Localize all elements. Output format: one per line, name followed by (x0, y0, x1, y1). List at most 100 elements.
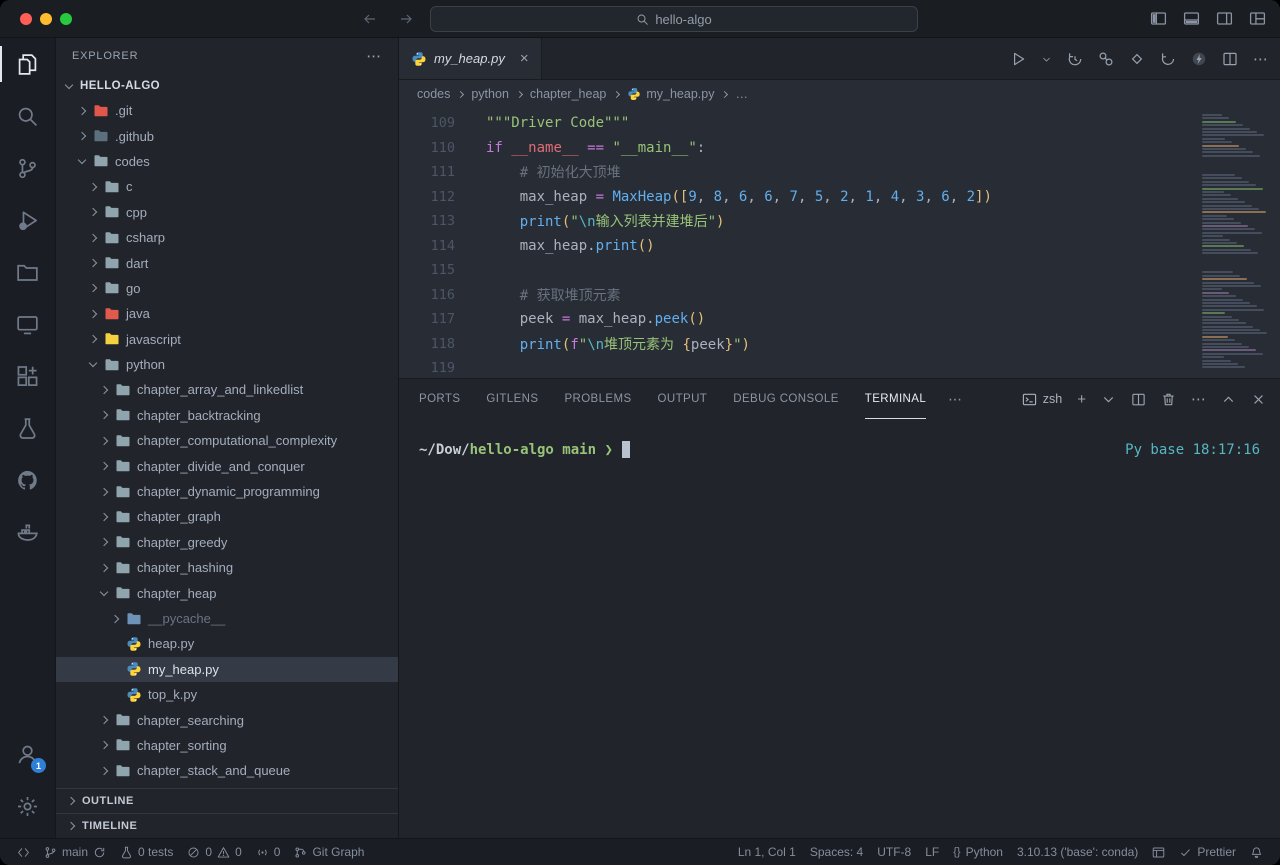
status-feedback[interactable]: 0 (249, 839, 288, 865)
tree-item-chapter_searching[interactable]: chapter_searching (56, 707, 398, 732)
status-git-branch[interactable]: main (37, 839, 113, 865)
activity-folder-library[interactable] (0, 246, 55, 298)
activity-remote-explorer[interactable] (0, 298, 55, 350)
activity-files[interactable] (0, 38, 55, 90)
panel-tab-problems[interactable]: PROBLEMS (564, 379, 631, 419)
close-panel-icon[interactable] (1251, 392, 1266, 407)
breadcrumb-codes[interactable]: codes (417, 87, 450, 101)
new-terminal-icon[interactable]: + (1077, 392, 1086, 407)
tab-my-heap-py[interactable]: my_heap.py × (399, 38, 542, 79)
run-dropdown-icon[interactable] (1041, 54, 1052, 65)
tree-item-codes[interactable]: codes (56, 149, 398, 174)
activity-github[interactable] (0, 454, 55, 506)
panel-tab-terminal[interactable]: TERMINAL (865, 379, 926, 419)
panel-tab-ports[interactable]: PORTS (419, 379, 460, 419)
status-tests[interactable]: 0 tests (113, 839, 180, 865)
tree-item-chapter_graph[interactable]: chapter_graph (56, 504, 398, 529)
kill-terminal-icon[interactable] (1161, 392, 1176, 407)
panel-tab-gitlens[interactable]: GITLENS (486, 379, 538, 419)
status-language-mode[interactable]: {}Python (946, 839, 1010, 865)
activity-account[interactable]: 1 (0, 728, 55, 780)
tree-item-java[interactable]: java (56, 301, 398, 326)
workspace-root-folder[interactable]: HELLO-ALGO (56, 74, 398, 98)
status-eol[interactable]: LF (918, 839, 946, 865)
tree-item-chapter_heap[interactable]: chapter_heap (56, 580, 398, 605)
maximize-panel-icon[interactable] (1221, 392, 1236, 407)
activity-extensions[interactable] (0, 350, 55, 402)
activity-run-debug[interactable] (0, 194, 55, 246)
outline-section[interactable]: OUTLINE (56, 788, 398, 813)
run-python-file-icon[interactable] (1010, 51, 1026, 67)
terminal-profile-dropdown-icon[interactable] (1101, 392, 1116, 407)
navigate-back-icon[interactable] (362, 11, 378, 27)
activity-docker[interactable] (0, 506, 55, 558)
tree-item-.git[interactable]: .git (56, 98, 398, 123)
status-cursor-position[interactable]: Ln 1, Col 1 (731, 839, 803, 865)
terminal-shell-selector[interactable]: zsh (1022, 392, 1062, 407)
status-panel-layout[interactable] (1145, 839, 1172, 865)
status-problems[interactable]: 00 (180, 839, 248, 865)
tree-item-__pycache__[interactable]: __pycache__ (56, 606, 398, 631)
status-encoding[interactable]: UTF-8 (870, 839, 918, 865)
panel-tab-debug-console[interactable]: DEBUG CONSOLE (733, 379, 839, 419)
more-editor-actions-icon[interactable]: ⋯ (1253, 52, 1268, 67)
tree-item-javascript[interactable]: javascript (56, 327, 398, 352)
activity-source-control[interactable] (0, 142, 55, 194)
code-editor[interactable]: 109"""Driver Code"""110if __name__ == "_… (399, 108, 1280, 378)
split-editor-icon[interactable] (1222, 51, 1238, 67)
tree-item-python[interactable]: python (56, 352, 398, 377)
status-notifications[interactable] (1243, 839, 1270, 865)
split-terminal-icon[interactable] (1131, 392, 1146, 407)
tree-item-chapter_computational_complexity[interactable]: chapter_computational_complexity (56, 428, 398, 453)
sync-icon[interactable] (93, 846, 106, 859)
status-python-interpreter[interactable]: 3.10.13 ('base': conda) (1010, 839, 1145, 865)
tree-item-chapter_divide_and_conquer[interactable]: chapter_divide_and_conquer (56, 453, 398, 478)
breadcrumb-my_heap.py[interactable]: my_heap.py (627, 87, 714, 101)
run-profile-icon[interactable] (1191, 51, 1207, 67)
navigate-forward-icon[interactable] (398, 11, 414, 27)
tree-item-c[interactable]: c (56, 174, 398, 199)
close-tab-icon[interactable]: × (520, 51, 529, 66)
tree-item-chapter_array_and_linkedlist[interactable]: chapter_array_and_linkedlist (56, 377, 398, 402)
tree-item-my_heap.py[interactable]: my_heap.py (56, 657, 398, 682)
tree-item-heap.py[interactable]: heap.py (56, 631, 398, 656)
tree-item-chapter_greedy[interactable]: chapter_greedy (56, 530, 398, 555)
tree-item-chapter_hashing[interactable]: chapter_hashing (56, 555, 398, 580)
explorer-more-actions-icon[interactable]: ⋯ (366, 49, 382, 64)
command-center-search[interactable]: hello-algo (430, 6, 918, 32)
timeline-section[interactable]: TIMELINE (56, 813, 398, 838)
toggle-primary-sidebar-icon[interactable] (1150, 10, 1167, 27)
status-git-graph[interactable]: Git Graph (287, 839, 371, 865)
status-indentation[interactable]: Spaces: 4 (803, 839, 870, 865)
gitlens-compare-icon[interactable] (1098, 51, 1114, 67)
tree-item-go[interactable]: go (56, 276, 398, 301)
breadcrumb-python[interactable]: python (471, 87, 509, 101)
tree-item-chapter_dynamic_programming[interactable]: chapter_dynamic_programming (56, 479, 398, 504)
tree-item-cpp[interactable]: cpp (56, 200, 398, 225)
status-prettier[interactable]: Prettier (1172, 839, 1243, 865)
minimap[interactable] (1202, 114, 1270, 370)
gitlens-commit-graph-icon[interactable] (1129, 51, 1145, 67)
local-history-icon[interactable] (1067, 51, 1083, 67)
zoom-window-button[interactable] (60, 13, 72, 25)
minimize-window-button[interactable] (40, 13, 52, 25)
panel-more-tabs-icon[interactable]: ⋯ (948, 391, 962, 408)
toggle-panel-icon[interactable] (1183, 10, 1200, 27)
activity-settings-gear[interactable] (0, 780, 55, 832)
activity-test-beaker[interactable] (0, 402, 55, 454)
gitlens-file-history-icon[interactable] (1160, 51, 1176, 67)
tree-item-csharp[interactable]: csharp (56, 225, 398, 250)
tree-item-top_k.py[interactable]: top_k.py (56, 682, 398, 707)
status-remote-indicator[interactable] (10, 839, 37, 865)
tree-item-chapter_backtracking[interactable]: chapter_backtracking (56, 403, 398, 428)
terminal-view[interactable]: ~/Dow/hello-algo main ❯ Py base 18:17:16 (399, 419, 1280, 838)
activity-search[interactable] (0, 90, 55, 142)
tree-item-dart[interactable]: dart (56, 250, 398, 275)
tree-item-.github[interactable]: .github (56, 123, 398, 148)
breadcrumb-chapter_heap[interactable]: chapter_heap (530, 87, 606, 101)
tree-item-chapter_sorting[interactable]: chapter_sorting (56, 733, 398, 758)
breadcrumb-…[interactable]: … (735, 87, 748, 101)
toggle-secondary-sidebar-icon[interactable] (1216, 10, 1233, 27)
customize-layout-icon[interactable] (1249, 10, 1266, 27)
panel-tab-output[interactable]: OUTPUT (658, 379, 708, 419)
